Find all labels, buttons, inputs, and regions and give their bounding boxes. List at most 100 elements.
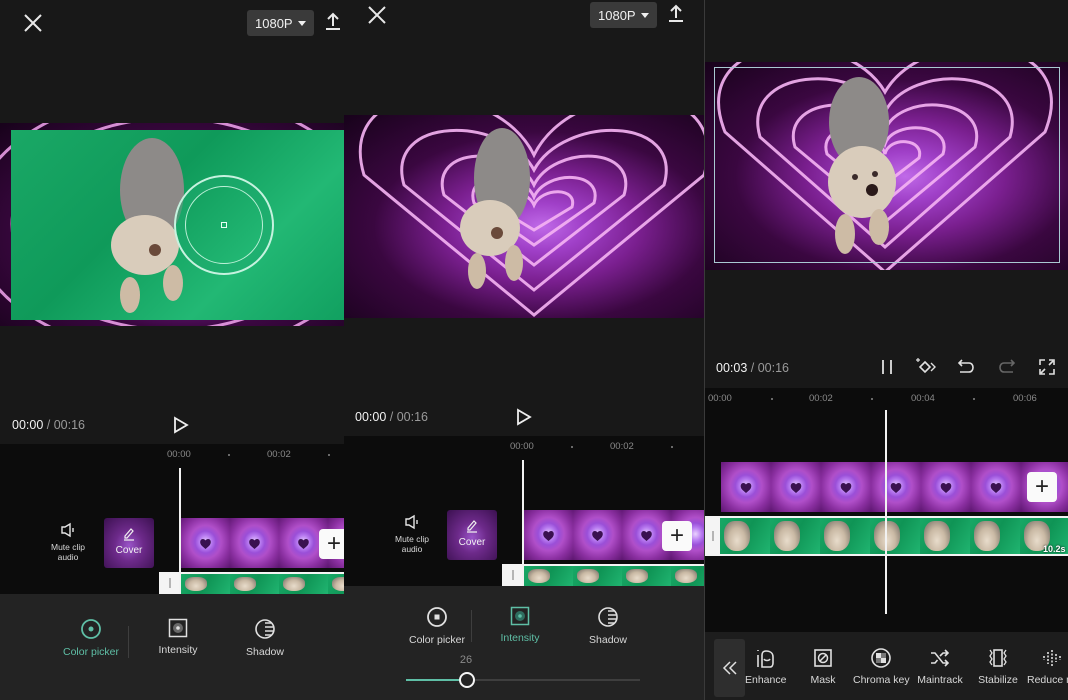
video-preview[interactable] xyxy=(0,123,344,326)
redo-icon xyxy=(999,359,1016,373)
clip-frame xyxy=(524,566,573,586)
track-trim-handle[interactable] xyxy=(705,516,720,556)
main-track-green-screen[interactable] xyxy=(524,564,704,588)
chroma-key-icon xyxy=(871,648,891,668)
tool-color-picker[interactable]: Color picker xyxy=(60,618,122,658)
playhead[interactable] xyxy=(885,410,887,614)
tool-label: Chroma key xyxy=(853,674,910,686)
overlay-track-hearts[interactable] xyxy=(721,462,1068,512)
playhead[interactable] xyxy=(522,460,524,586)
tool-mask[interactable]: Mask xyxy=(805,647,841,686)
clip-frame xyxy=(181,518,230,568)
tool-intensity[interactable]: Intensity xyxy=(492,606,548,644)
track-trim-handle[interactable] xyxy=(159,572,181,594)
pause-icon xyxy=(882,360,892,374)
stabilize-icon xyxy=(989,649,1007,667)
clip-frame xyxy=(230,518,279,568)
clip-frame xyxy=(770,518,820,554)
pause-button[interactable] xyxy=(877,357,897,377)
speaker-icon xyxy=(61,522,74,538)
tool-shadow[interactable]: Shadow xyxy=(240,618,290,658)
tool-shadow[interactable]: Shadow xyxy=(583,606,633,646)
close-button[interactable] xyxy=(22,12,44,34)
ruler-label: 00:00 xyxy=(167,449,191,460)
clip-frame xyxy=(821,462,871,512)
pencil-icon xyxy=(467,520,477,533)
mute-label-line2: audio xyxy=(401,544,423,554)
tool-intensity[interactable]: Intensity xyxy=(150,618,206,656)
add-clip-button[interactable]: + xyxy=(1027,472,1057,502)
speaker-icon xyxy=(405,514,418,530)
selection-frame[interactable] xyxy=(714,67,1060,263)
ruler-label: 00:04 xyxy=(911,393,935,404)
tool-color-picker[interactable]: Color picker xyxy=(406,606,468,646)
tool-label: Stabilize xyxy=(978,674,1018,686)
panel-color-picker: 1080P 00:00 / 00:16 00:00 00:02 Mute cli… xyxy=(0,0,344,700)
collapse-toolbar-button[interactable] xyxy=(714,639,745,697)
intensity-value: 26 xyxy=(459,654,473,666)
timeline[interactable]: 00:00 00:02 00:04 00:06 + 10.2s xyxy=(705,388,1068,632)
ruler-label: 00:06 xyxy=(1013,393,1037,404)
cover-button[interactable]: Cover xyxy=(104,518,154,568)
timeline[interactable]: 00:00 00:02 Mute clip audio Cover + xyxy=(344,436,704,588)
play-button[interactable] xyxy=(173,416,189,434)
intensity-slider[interactable] xyxy=(406,672,640,688)
ruler-tick xyxy=(973,398,975,400)
fullscreen-button[interactable] xyxy=(1037,357,1057,377)
clip-frame xyxy=(230,574,279,594)
clip-frame xyxy=(720,518,770,554)
close-button[interactable] xyxy=(366,4,388,26)
resolution-dropdown[interactable]: 1080P xyxy=(590,2,657,28)
clip-frame xyxy=(820,518,870,554)
add-clip-button[interactable]: + xyxy=(662,521,692,551)
add-clip-button[interactable]: + xyxy=(319,529,344,559)
intensity-icon xyxy=(510,606,530,626)
tool-chroma-key[interactable]: Chroma key xyxy=(853,647,910,686)
clip-frame xyxy=(870,518,920,554)
clip-frame xyxy=(721,462,771,512)
export-button[interactable] xyxy=(324,11,342,31)
clip-frame xyxy=(970,518,1020,554)
divider xyxy=(128,626,129,658)
video-preview[interactable] xyxy=(344,115,704,318)
playhead[interactable] xyxy=(179,468,181,594)
cover-button[interactable]: Cover xyxy=(447,510,497,560)
fullscreen-icon xyxy=(1039,359,1055,375)
tool-reduce-noise[interactable]: Reduce n xyxy=(1027,647,1068,686)
export-button[interactable] xyxy=(667,3,685,23)
clip-frame xyxy=(771,462,821,512)
panel-intensity: 1080P 00:00 / 00:16 00:00 00:02 Mute cli… xyxy=(344,0,704,700)
clip-frame xyxy=(622,566,671,586)
total-time: / 00:16 xyxy=(750,361,789,375)
clip-frame xyxy=(181,574,230,594)
color-picker-target[interactable] xyxy=(221,222,227,228)
clip-frame xyxy=(671,566,704,586)
panel-main-editor: 00:03 / 00:16 00:00 00:02 00:04 00:06 + … xyxy=(704,0,1068,700)
tool-label: Intensity xyxy=(158,644,198,656)
tool-stabilize[interactable]: Stabilize xyxy=(977,647,1019,686)
close-icon xyxy=(24,14,42,32)
play-icon xyxy=(174,416,189,434)
keyframe-button[interactable] xyxy=(915,357,937,377)
tool-maintrack[interactable]: Maintrack xyxy=(916,647,964,686)
ruler-label: 00:00 xyxy=(510,441,534,452)
clip-frame xyxy=(279,574,328,594)
total-time: / 00:16 xyxy=(46,418,85,432)
resolution-dropdown[interactable]: 1080P xyxy=(247,10,314,36)
reduce-noise-icon xyxy=(1043,650,1061,666)
tool-enhance[interactable]: Enhance xyxy=(745,647,786,686)
resolution-label: 1080P xyxy=(255,15,293,31)
timeline[interactable]: 00:00 00:02 Mute clip audio Cover + xyxy=(0,444,344,596)
undo-button[interactable] xyxy=(956,357,976,377)
mute-clip-audio-button[interactable]: Mute clip audio xyxy=(48,522,88,562)
ruler-label: 00:02 xyxy=(610,441,634,452)
main-track-green-screen[interactable] xyxy=(181,572,344,596)
current-time: 00:00 xyxy=(12,418,44,432)
mute-clip-audio-button[interactable]: Mute clip audio xyxy=(392,514,432,554)
main-track-green-screen[interactable] xyxy=(720,516,1068,556)
intensity-slider-thumb[interactable] xyxy=(458,672,475,688)
track-trim-handle[interactable] xyxy=(502,564,524,586)
play-button[interactable] xyxy=(516,408,532,426)
video-preview[interactable] xyxy=(705,62,1068,270)
resolution-label: 1080P xyxy=(598,7,636,23)
